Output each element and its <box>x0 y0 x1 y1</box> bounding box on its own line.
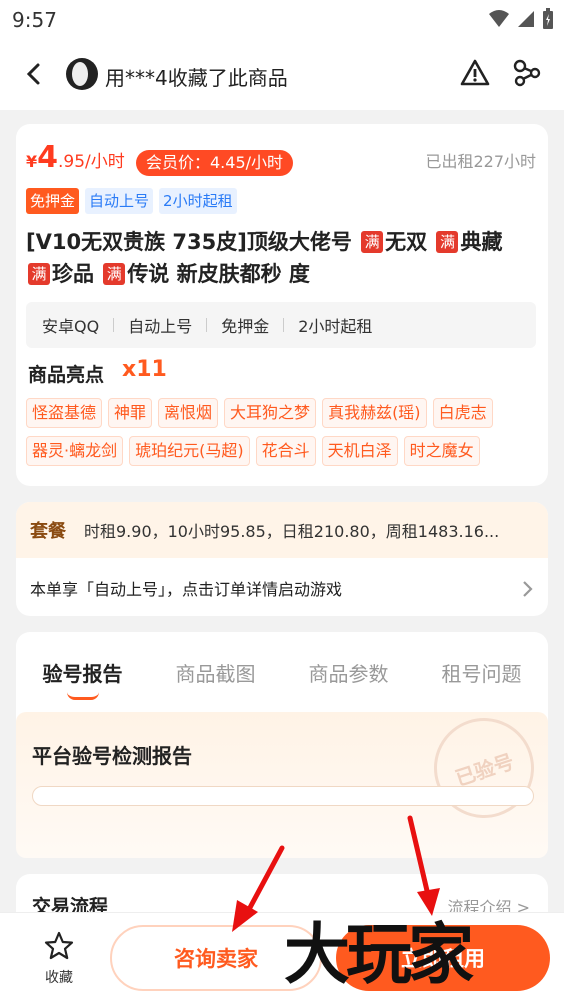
highlight-chip: 天机白泽 <box>321 436 398 466</box>
report-bar <box>32 786 534 806</box>
highlight-chip: 神罪 <box>108 398 153 428</box>
nav-title: 用***4收藏了此商品 <box>105 66 288 90</box>
full-badge: 满 <box>28 263 50 285</box>
divider <box>206 318 208 332</box>
tag-no-deposit: 免押金 <box>26 188 80 214</box>
detail-card: 验号报告 商品截图 商品参数 租号问题 平台验号检测报告 已验号 <box>16 632 548 858</box>
vip-price-badge: 会员价：4.45/小时 <box>136 150 294 176</box>
rented-hours: 已出租227小时 <box>425 152 536 171</box>
signal-icon <box>518 11 534 27</box>
status-icons <box>488 8 554 30</box>
chevron-right-icon[interactable] <box>520 580 534 598</box>
tab-screenshots[interactable]: 商品截图 <box>149 658 282 687</box>
back-arrow-icon[interactable] <box>22 62 46 86</box>
auto-login-notice[interactable]: 本单享「自动上号」，点击订单详情启动游戏 <box>30 576 342 600</box>
package-label: 套餐 <box>30 521 66 542</box>
title-part: 传说 新皮肤都秒 度 <box>127 262 310 286</box>
favorite-label: 收藏 <box>45 970 73 986</box>
spec-min-rent: 2小时起租 <box>298 317 373 336</box>
tab-label: 验号报告 <box>42 662 123 686</box>
package-card: 套餐 时租9.90，10小时95.85，日租210.80，周租1483.16..… <box>16 502 548 616</box>
highlight-chip: 怪盗基德 <box>26 398 103 428</box>
nav-bar: 用***4收藏了此商品 <box>0 40 564 110</box>
star-icon <box>44 931 74 960</box>
full-badge: 满 <box>103 263 126 285</box>
tab-indicator <box>66 692 99 700</box>
spec-auto-login: 自动上号 <box>128 317 193 336</box>
spec-platform: 安卓QQ <box>42 317 100 336</box>
avatar <box>66 58 98 90</box>
share-icon[interactable] <box>512 58 542 88</box>
favorite-button[interactable]: 收藏 <box>34 931 84 987</box>
full-badge: 满 <box>361 231 384 253</box>
price: ¥ 4 .95/小时 <box>26 140 125 175</box>
highlight-chip: 大耳狗之梦 <box>224 398 317 428</box>
spec-deposit: 免押金 <box>221 317 270 336</box>
warning-icon[interactable] <box>460 58 490 88</box>
report-title: 平台验号检测报告 <box>32 744 192 768</box>
title-part: 无双 <box>385 230 435 254</box>
product-title: [V10无双贵族 735皮]顶级大佬号 满无双 满典藏 满珍品 满传说 新皮肤都… <box>26 226 526 290</box>
product-card: ¥ 4 .95/小时 会员价：4.45/小时 已出租227小时 免押金 自动上号… <box>16 124 548 486</box>
tab-inspection-report[interactable]: 验号报告 <box>16 658 149 700</box>
tab-rental-questions[interactable]: 租号问题 <box>415 658 548 687</box>
full-badge: 满 <box>436 231 459 253</box>
detail-tabs: 验号报告 商品截图 商品参数 租号问题 <box>16 658 548 700</box>
status-bar: 9:57 <box>0 0 564 40</box>
highlights-count: x11 <box>122 357 167 382</box>
battery-icon <box>543 8 553 29</box>
verified-stamp: 已验号 <box>420 712 548 832</box>
highlight-chip: 器灵·螭龙剑 <box>26 436 124 466</box>
tab-parameters[interactable]: 商品参数 <box>282 658 415 687</box>
price-value: 4 <box>37 140 59 175</box>
highlight-chip: 白虎志 <box>432 398 493 428</box>
tag-auto-login: 自动上号 <box>85 188 154 214</box>
divider <box>283 318 285 332</box>
tag-list: 免押金 自动上号 2小时起租 <box>26 188 237 214</box>
wifi-icon <box>489 10 509 27</box>
package-prices: 时租9.90，10小时95.85，日租210.80，周租1483.16... <box>84 522 500 541</box>
price-unit: .95/小时 <box>58 152 125 172</box>
highlights-list: 怪盗基德 神罪 离恨烟 大耳狗之梦 真我赫兹(瑶) 白虎志 器灵·螭龙剑 琥珀纪… <box>26 398 536 466</box>
status-time: 9:57 <box>12 8 57 32</box>
title-part: [V10无双贵族 735皮]顶级大佬号 <box>26 230 360 254</box>
highlight-chip: 离恨烟 <box>158 398 219 428</box>
highlight-chip: 真我赫兹(瑶) <box>322 398 427 428</box>
highlights-title: 商品亮点 <box>28 364 105 386</box>
price-currency: ¥ <box>26 152 38 171</box>
tag-min-rent: 2小时起租 <box>159 188 237 214</box>
package-row[interactable]: 套餐 时租9.90，10小时95.85，日租210.80，周租1483.16..… <box>16 502 548 558</box>
watermark-logo: 大玩家 <box>284 915 474 993</box>
highlight-chip: 时之魔女 <box>403 436 480 466</box>
title-part: 典藏 <box>460 230 503 254</box>
spec-bar: 安卓QQ 自动上号 免押金 2小时起租 <box>26 302 536 348</box>
highlight-chip: 琥珀纪元(马超) <box>129 436 250 466</box>
divider <box>113 318 115 332</box>
inspection-report: 平台验号检测报告 已验号 <box>16 712 548 858</box>
title-part: 珍品 <box>52 262 102 286</box>
highlight-chip: 花合斗 <box>255 436 316 466</box>
